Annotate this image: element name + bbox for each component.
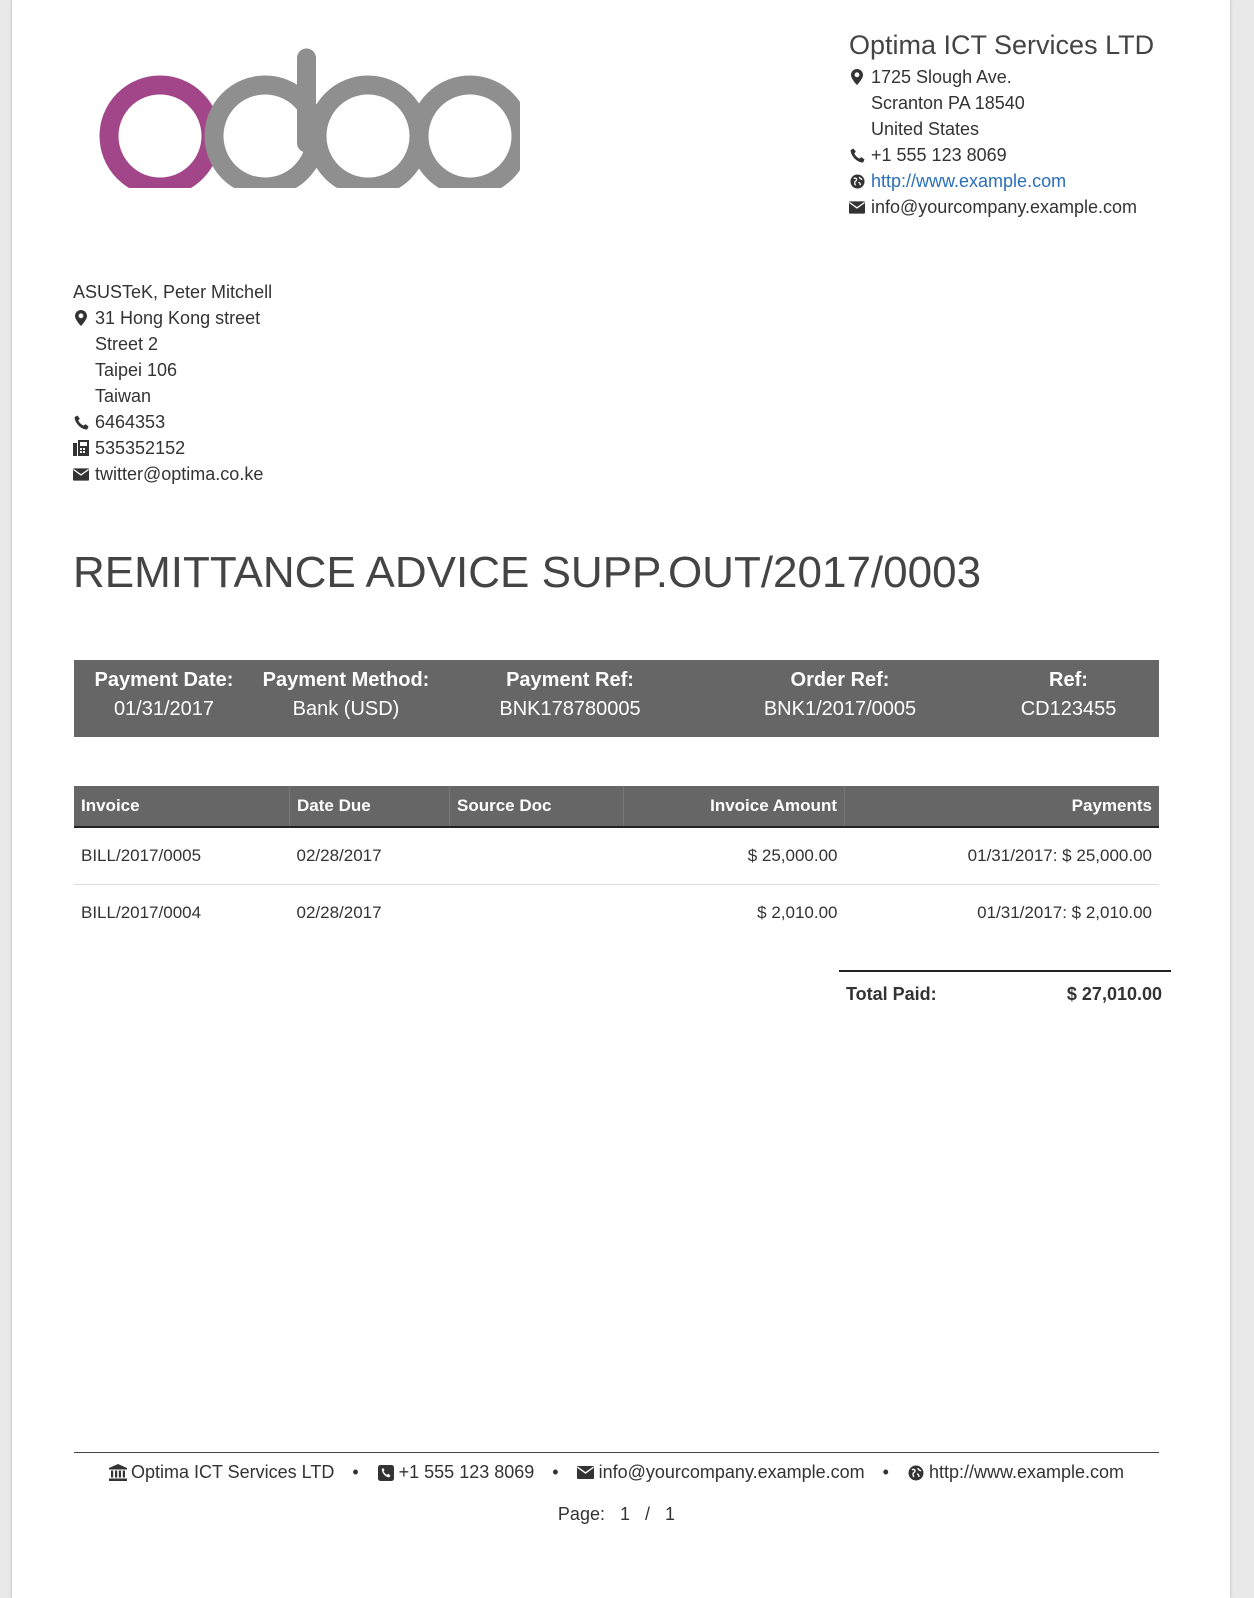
- cell-payments: 01/31/2017: $ 2,010.00: [977, 903, 1152, 922]
- company-email: info@yourcompany.example.com: [871, 197, 1138, 217]
- partner-street-line: 31 Hong Kong street: [73, 305, 473, 331]
- payment-date-block: Payment Date: 01/31/2017: [74, 660, 254, 737]
- envelope-icon: [849, 199, 865, 215]
- payment-date-value: 01/31/2017: [113, 698, 215, 720]
- partner-phone-line: 6464353: [73, 409, 473, 435]
- order-ref-value: BNK1/2017/0005: [763, 698, 917, 720]
- partner-email-line: twitter@optima.co.ke: [73, 461, 473, 487]
- footer-phone-item: +1 555 123 8069: [377, 1462, 535, 1483]
- table-header-row: Invoice Date Due Source Doc Invoice Amou…: [74, 786, 1159, 828]
- cell-invoice: BILL/2017/0005: [74, 827, 290, 885]
- company-phone: +1 555 123 8069: [871, 145, 1007, 165]
- col-header-payments: Payments: [844, 786, 1159, 828]
- footer-email-item: info@yourcompany.example.com: [577, 1462, 865, 1483]
- col-header-invoice: Invoice: [74, 786, 290, 828]
- odoo-logo: [99, 48, 520, 188]
- payment-method-value: Bank (USD): [292, 698, 400, 720]
- cell-payments: 01/31/2017: $ 25,000.00: [844, 827, 1159, 885]
- cell-date-due: 02/28/2017: [296, 903, 382, 922]
- invoice-table: Invoice Date Due Source Doc Invoice Amou…: [74, 786, 1159, 941]
- company-street: 1725 Slough Ave.: [871, 67, 1012, 87]
- partner-email: twitter@optima.co.ke: [95, 464, 264, 484]
- cell-source-doc: [450, 885, 624, 942]
- cell-source-doc: [449, 827, 624, 885]
- payment-method-block: Payment Method: Bank (USD): [254, 660, 438, 737]
- footer-company: Optima ICT Services LTD: [130, 1462, 335, 1482]
- ref-block: Ref: CD123455: [978, 660, 1159, 737]
- company-email-line: info@yourcompany.example.com: [849, 194, 1209, 220]
- footer-separator: •: [882, 1462, 889, 1482]
- envelope-icon: [577, 1464, 595, 1482]
- total-paid-label: Total Paid:: [846, 984, 937, 1004]
- company-address: Optima ICT Services LTD 1725 Slough Ave.…: [849, 28, 1209, 220]
- total-paid-value: $ 27,010.00: [1066, 984, 1162, 1004]
- map-marker-icon: [849, 69, 865, 85]
- payment-info-box: Payment Date: 01/31/2017 Payment Method:…: [74, 660, 1159, 737]
- partner-fax-line: 535352152: [73, 435, 473, 461]
- cell-date-due: 02/28/2017: [289, 827, 450, 885]
- partner-country: Taiwan: [95, 386, 152, 406]
- document-title: REMITTANCE ADVICE SUPP.OUT/2017/0003: [73, 548, 982, 597]
- col-header-date-due: Date Due: [289, 786, 450, 828]
- page-number: Page: 1 / 1: [74, 1504, 1159, 1525]
- company-street-line: 1725 Slough Ave.: [849, 64, 1209, 90]
- footer-company-item: Optima ICT Services LTD: [108, 1462, 335, 1483]
- payment-ref-block: Payment Ref: BNK178780005: [438, 660, 702, 737]
- order-ref-label: Order Ref:: [790, 669, 890, 691]
- ref-label: Ref:: [1049, 669, 1088, 691]
- payment-date-label: Payment Date:: [94, 669, 234, 691]
- payment-ref-label: Payment Ref:: [506, 669, 634, 691]
- document-page: Optima ICT Services LTD 1725 Slough Ave.…: [12, 0, 1230, 1598]
- page-total: 1: [665, 1504, 676, 1524]
- footer-email: info@yourcompany.example.com: [598, 1462, 865, 1482]
- page-current: 1: [619, 1504, 630, 1524]
- ref-value: CD123455: [1020, 698, 1117, 720]
- partner-street2: Street 2: [95, 334, 159, 354]
- envelope-icon: [73, 466, 89, 482]
- partner-phone: 6464353: [95, 412, 166, 432]
- company-name: Optima ICT Services LTD: [849, 30, 1155, 60]
- page-separator: /: [645, 1504, 651, 1524]
- table-row: BILL/2017/0005 02/28/2017 $ 25,000.00 01…: [74, 827, 1159, 885]
- footer-separator: •: [552, 1462, 559, 1482]
- phone-icon: [73, 414, 89, 430]
- footer-divider: [74, 1452, 1159, 1453]
- globe-icon: [849, 173, 865, 189]
- fax-icon: [73, 440, 89, 456]
- company-phone-line: +1 555 123 8069: [849, 142, 1209, 168]
- order-ref-block: Order Ref: BNK1/2017/0005: [702, 660, 978, 737]
- total-divider: [839, 970, 1171, 972]
- footer-separator: •: [352, 1462, 359, 1482]
- partner-city: Taipei 106: [95, 360, 178, 380]
- cell-invoice: BILL/2017/0004: [81, 903, 202, 922]
- cell-invoice-amount: $ 25,000.00: [623, 827, 845, 885]
- partner-name: ASUSTeK, Peter Mitchell: [73, 282, 273, 302]
- globe-icon: [907, 1464, 925, 1482]
- company-website-line: http://www.example.com: [849, 168, 1209, 194]
- footer-website[interactable]: http://www.example.com: [929, 1462, 1124, 1483]
- footer-phone: +1 555 123 8069: [398, 1462, 535, 1482]
- company-website-link[interactable]: http://www.example.com: [871, 168, 1066, 194]
- col-header-invoice-amount: Invoice Amount: [623, 786, 845, 828]
- col-header-source-doc: Source Doc: [449, 786, 624, 828]
- map-marker-icon: [73, 310, 89, 326]
- partner-street: 31 Hong Kong street: [95, 308, 261, 328]
- footer-website-item: http://www.example.com: [907, 1462, 1124, 1483]
- phone-icon: [849, 147, 865, 163]
- bank-icon: [108, 1464, 127, 1482]
- footer: Optima ICT Services LTD • +1 555 123 806…: [74, 1462, 1159, 1483]
- phone-square-icon: [377, 1464, 395, 1482]
- partner-address: ASUSTeK, Peter Mitchell 31 Hong Kong str…: [73, 279, 473, 487]
- company-city: Scranton PA 18540: [871, 93, 1025, 113]
- company-country: United States: [871, 119, 980, 139]
- partner-fax: 535352152: [95, 438, 186, 458]
- payment-method-label: Payment Method:: [262, 669, 430, 691]
- page-label: Page:: [557, 1504, 605, 1524]
- table-row: BILL/2017/0004 02/28/2017 $ 2,010.00 01/…: [74, 885, 1159, 942]
- cell-invoice-amount: $ 2,010.00: [757, 903, 838, 922]
- payment-ref-value: BNK178780005: [499, 698, 641, 720]
